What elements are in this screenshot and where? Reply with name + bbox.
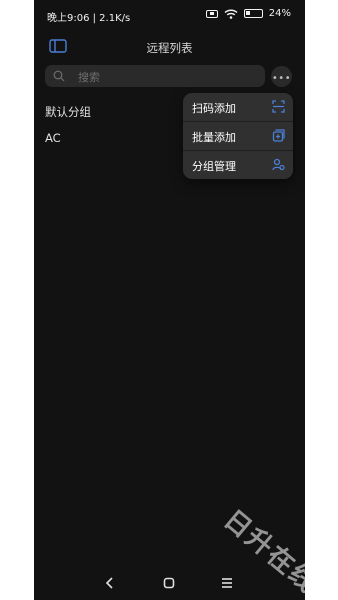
search-placeholder: 搜索 xyxy=(78,71,100,84)
search-icon xyxy=(53,70,65,82)
navigation-bar xyxy=(34,566,305,600)
add-menu: 扫码添加 批量添加 分组管理 xyxy=(183,93,293,179)
more-icon: ••• xyxy=(271,73,292,84)
menu-item-label: 批量添加 xyxy=(192,131,236,144)
menu-icon[interactable] xyxy=(219,575,235,591)
sim-icon xyxy=(205,9,218,18)
status-time-speed: 晚上9:06 | 2.1K/s xyxy=(47,13,131,24)
page-title: 远程列表 xyxy=(146,41,193,55)
back-icon[interactable] xyxy=(102,575,118,591)
group-item-default[interactable]: 默认分组 xyxy=(45,104,91,120)
phone-screen: 晚上9:06 | 2.1K/s 24% 远程列表 搜索 ••• 默认分组 AC … xyxy=(34,0,305,600)
group-item-ac[interactable]: AC xyxy=(45,131,61,145)
group-manage-icon xyxy=(272,158,285,171)
status-bar: 晚上9:06 | 2.1K/s 24% xyxy=(34,0,305,30)
header: 远程列表 xyxy=(34,33,305,61)
menu-item-label: 扫码添加 xyxy=(192,102,236,115)
scan-icon xyxy=(272,100,285,113)
wifi-icon xyxy=(224,8,238,19)
battery-icon xyxy=(243,9,263,18)
menu-item-batch-add[interactable]: 批量添加 xyxy=(183,122,293,151)
menu-item-group-manage[interactable]: 分组管理 xyxy=(183,151,293,179)
batch-add-icon xyxy=(272,129,285,142)
search-input[interactable]: 搜索 xyxy=(45,65,265,87)
menu-item-scan-add[interactable]: 扫码添加 xyxy=(183,93,293,122)
home-icon[interactable] xyxy=(161,575,177,591)
status-icons: 24% xyxy=(205,8,291,19)
menu-item-label: 分组管理 xyxy=(192,160,236,173)
more-button[interactable]: ••• xyxy=(271,66,292,87)
battery-percent: 24% xyxy=(268,8,291,19)
